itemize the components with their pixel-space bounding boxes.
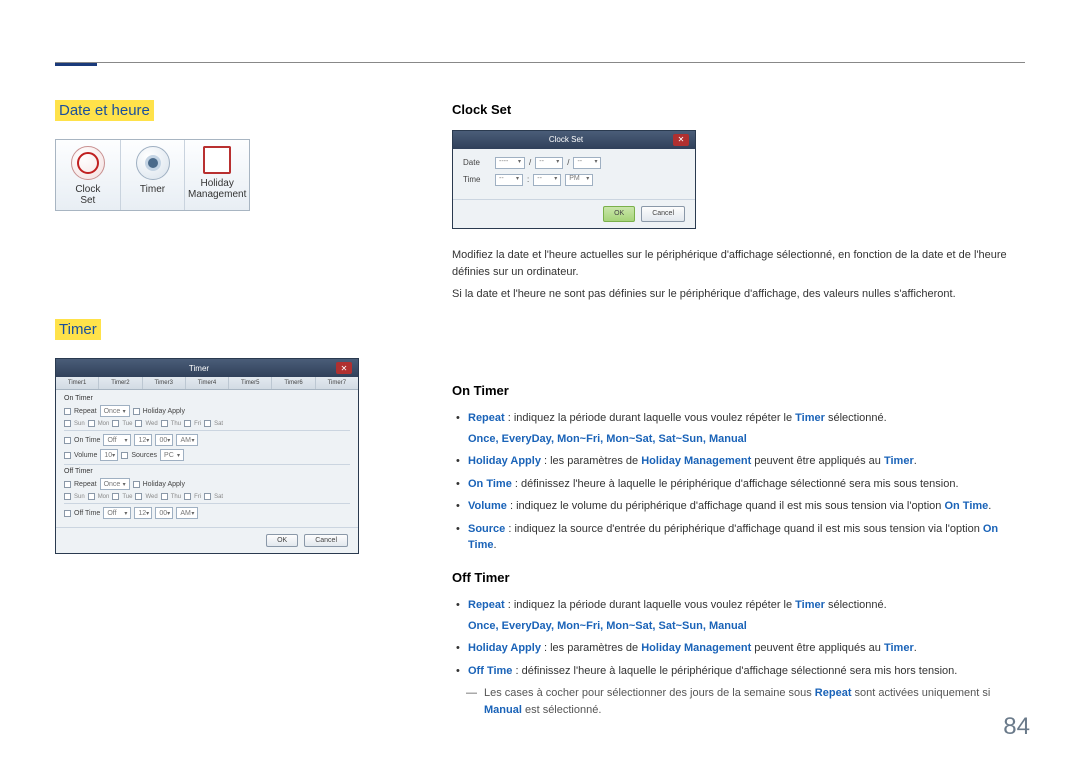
- clockset-desc-1: Modifiez la date et l'heure actuelles su…: [452, 247, 1027, 280]
- checkbox[interactable]: [121, 452, 128, 459]
- checkbox[interactable]: [64, 510, 71, 517]
- repeat-options: Once, EveryDay, Mon~Fri, Mon~Sat, Sat~Su…: [468, 618, 1027, 635]
- day-checkbox[interactable]: [112, 420, 119, 427]
- ok-button[interactable]: OK: [603, 206, 635, 223]
- timer-dialog-thumbnail: Timer ✕ Timer1 Timer2 Timer3 Timer4 Time…: [55, 358, 359, 554]
- day-checkbox[interactable]: [64, 493, 71, 500]
- clockset-desc-2: Si la date et l'heure ne sont pas défini…: [452, 286, 1027, 303]
- volume-select[interactable]: 10▾: [100, 449, 118, 461]
- timer-icon: [136, 146, 170, 180]
- day-checkbox[interactable]: [161, 493, 168, 500]
- close-icon[interactable]: ✕: [336, 362, 352, 374]
- ontimer-holiday-item: Holiday Apply : les paramètres de Holida…: [468, 453, 1027, 470]
- timer-tab[interactable]: Timer3: [143, 377, 186, 389]
- time-label: Time: [463, 174, 491, 186]
- repeat-select[interactable]: Once▾: [100, 405, 130, 417]
- time-field[interactable]: --▾: [495, 174, 523, 186]
- repeat-label: Repeat: [74, 408, 97, 415]
- checkbox[interactable]: [64, 481, 71, 488]
- offtime-enable-select[interactable]: Off▾: [103, 507, 131, 519]
- repeat-options: Once, EveryDay, Mon~Fri, Mon~Sat, Sat~Su…: [468, 431, 1027, 448]
- minute-select[interactable]: 00▾: [155, 434, 173, 446]
- minute-select[interactable]: 00▾: [155, 507, 173, 519]
- checkbox[interactable]: [64, 437, 71, 444]
- timer-dlg-title: Timer: [62, 364, 336, 373]
- cancel-button[interactable]: Cancel: [304, 534, 348, 547]
- timer-tab-label: Timer: [121, 184, 185, 195]
- offtimer-repeat-item: Repeat : indiquez la période durant laqu…: [468, 597, 1027, 634]
- ontimer-volume-item: Volume : indiquez le volume du périphéri…: [468, 498, 1027, 515]
- ok-button[interactable]: OK: [266, 534, 298, 547]
- day-checkbox[interactable]: [135, 420, 142, 427]
- clock-set-tab-label: Clock Set: [56, 184, 120, 206]
- cancel-button[interactable]: Cancel: [641, 206, 685, 223]
- offtimer-holiday-item: Holiday Apply : les paramètres de Holida…: [468, 640, 1027, 657]
- date-field[interactable]: ----▾: [495, 157, 525, 169]
- timer-tab[interactable]: Timer2: [99, 377, 142, 389]
- off-time-label: Off Time: [74, 510, 100, 517]
- timer-tab[interactable]: Timer6: [272, 377, 315, 389]
- holiday-apply-label: Holiday Apply: [143, 408, 185, 415]
- off-timer-heading: Off Timer: [452, 568, 1027, 588]
- time-field[interactable]: --▾: [533, 174, 561, 186]
- timer-tab[interactable]: Timer4: [186, 377, 229, 389]
- timer-tab[interactable]: Timer1: [56, 377, 99, 389]
- repeat-select[interactable]: Once▾: [100, 478, 130, 490]
- offtimer-offtime-item: Off Time : définissez l'heure à laquelle…: [468, 663, 1027, 680]
- clock-icon: [71, 146, 105, 180]
- on-timer-heading: On Timer: [64, 395, 350, 402]
- hour-select[interactable]: 12▾: [134, 434, 152, 446]
- manual-note: ― Les cases à cocher pour sélectionner d…: [452, 685, 1027, 718]
- date-field[interactable]: --▾: [535, 157, 563, 169]
- section-title-date-heure: Date et heure: [55, 100, 154, 121]
- checkbox[interactable]: [64, 452, 71, 459]
- day-checkbox[interactable]: [204, 493, 211, 500]
- checkbox[interactable]: [133, 481, 140, 488]
- day-checkbox[interactable]: [64, 420, 71, 427]
- day-checkbox[interactable]: [204, 420, 211, 427]
- time-tab-thumbnail: Clock Set Timer Holiday Management: [55, 139, 250, 211]
- calendar-icon: [185, 146, 249, 174]
- ontimer-repeat-item: Repeat : indiquez la période durant laqu…: [468, 410, 1027, 447]
- ampm-select[interactable]: AM▾: [176, 434, 198, 446]
- day-checkbox[interactable]: [161, 420, 168, 427]
- day-checkbox[interactable]: [88, 420, 95, 427]
- hour-select[interactable]: 12▾: [134, 507, 152, 519]
- sources-label: Sources: [131, 452, 157, 459]
- checkbox[interactable]: [64, 408, 71, 415]
- ontimer-source-item: Source : indiquez la source d'entrée du …: [468, 521, 1027, 554]
- close-icon[interactable]: ✕: [673, 134, 689, 146]
- date-field[interactable]: --▾: [573, 157, 601, 169]
- source-select[interactable]: PC▾: [160, 449, 184, 461]
- day-checkbox[interactable]: [135, 493, 142, 500]
- day-checkbox[interactable]: [112, 493, 119, 500]
- clockset-dlg-title: Clock Set: [459, 134, 673, 146]
- day-checkbox[interactable]: [184, 493, 191, 500]
- on-time-label: On Time: [74, 437, 100, 444]
- holiday-tab-label: Holiday Management: [185, 178, 249, 200]
- off-timer-heading: Off Timer: [64, 468, 350, 475]
- section-title-timer: Timer: [55, 319, 101, 340]
- day-checkbox[interactable]: [88, 493, 95, 500]
- day-checkbox[interactable]: [184, 420, 191, 427]
- date-label: Date: [463, 157, 491, 169]
- timer-tab[interactable]: Timer5: [229, 377, 272, 389]
- ontimer-ontime-item: On Time : définissez l'heure à laquelle …: [468, 476, 1027, 493]
- holiday-apply-label: Holiday Apply: [143, 481, 185, 488]
- repeat-label: Repeat: [74, 481, 97, 488]
- clockset-dialog-thumbnail: Clock Set ✕ Date ----▾ / --▾ / --▾ Time …: [452, 130, 696, 230]
- on-timer-heading: On Timer: [452, 381, 1027, 401]
- ampm-field[interactable]: PM▾: [565, 174, 593, 186]
- ampm-select[interactable]: AM▾: [176, 507, 198, 519]
- checkbox[interactable]: [133, 408, 140, 415]
- timer-tab[interactable]: Timer7: [316, 377, 358, 389]
- volume-label: Volume: [74, 452, 97, 459]
- ontime-enable-select[interactable]: Off▾: [103, 434, 131, 446]
- page-number: 84: [1003, 713, 1030, 741]
- clock-set-heading: Clock Set: [452, 100, 1027, 120]
